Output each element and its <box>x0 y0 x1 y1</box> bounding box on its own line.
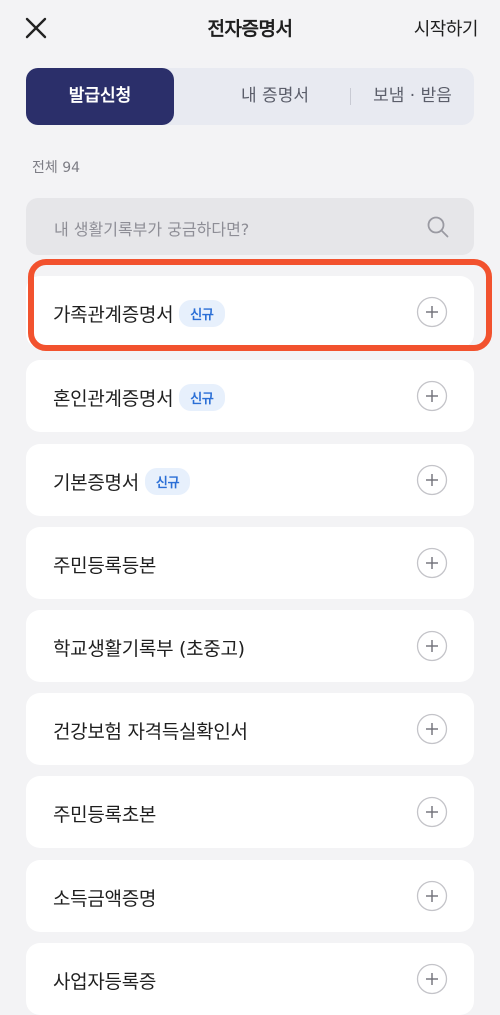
tab-bar: 발급신청 내 증명서 보냄 · 받음 <box>26 68 474 125</box>
item-label: 사업자등록증 <box>53 971 157 993</box>
item-label: 기본증명서 <box>53 472 139 494</box>
start-button[interactable]: 시작하기 <box>414 15 479 41</box>
list-item-health-insurance[interactable]: 건강보험 자격득실확인서 <box>26 693 474 765</box>
search-input[interactable]: 내 생활기록부가 궁금하다면? <box>26 198 474 255</box>
list-item-income-certificate[interactable]: 소득금액증명 <box>26 860 474 932</box>
list-item-school-record[interactable]: 학교생활기록부 (초중고) <box>26 610 474 682</box>
plus-circle-icon[interactable] <box>416 880 448 912</box>
total-count: 전체 94 <box>32 160 81 176</box>
plus-circle-icon[interactable] <box>416 296 448 328</box>
item-label: 혼인관계증명서 <box>53 388 174 410</box>
app-header: 전자증명서 시작하기 <box>0 0 500 58</box>
new-badge: 신규 <box>179 300 225 327</box>
plus-circle-icon[interactable] <box>416 796 448 828</box>
plus-circle-icon[interactable] <box>416 464 448 496</box>
tab-issue-request[interactable]: 발급신청 <box>26 68 174 125</box>
item-label: 학교생활기록부 (초중고) <box>53 638 245 660</box>
list-item-resident-registration-abstract[interactable]: 주민등록초본 <box>26 776 474 848</box>
list-item-marriage-relation[interactable]: 혼인관계증명서 신규 <box>26 360 474 432</box>
item-label: 주민등록초본 <box>53 804 157 826</box>
item-label: 가족관계증명서 <box>53 304 174 326</box>
plus-circle-icon[interactable] <box>416 963 448 995</box>
plus-circle-icon[interactable] <box>416 547 448 579</box>
list-item-business-registration[interactable]: 사업자등록증 <box>26 943 474 1015</box>
search-placeholder: 내 생활기록부가 궁금하다면? <box>54 220 250 239</box>
plus-circle-icon[interactable] <box>416 630 448 662</box>
list-item-resident-registration-copy[interactable]: 주민등록등본 <box>26 527 474 599</box>
item-label: 소득금액증명 <box>53 888 157 910</box>
search-icon[interactable] <box>426 215 450 239</box>
list-item-family-relation[interactable]: 가족관계증명서 신규 <box>26 276 474 348</box>
item-label: 주민등록등본 <box>53 555 157 577</box>
plus-circle-icon[interactable] <box>416 380 448 412</box>
item-label: 건강보험 자격득실확인서 <box>53 721 248 743</box>
new-badge: 신규 <box>179 384 225 411</box>
plus-circle-icon[interactable] <box>416 713 448 745</box>
new-badge: 신규 <box>144 468 191 495</box>
tab-sent-received[interactable]: 보냄 · 받음 <box>351 68 474 125</box>
tab-my-certificates[interactable]: 내 증명서 <box>200 68 350 125</box>
list-item-basic-certificate[interactable]: 기본증명서 신규 <box>26 444 474 516</box>
